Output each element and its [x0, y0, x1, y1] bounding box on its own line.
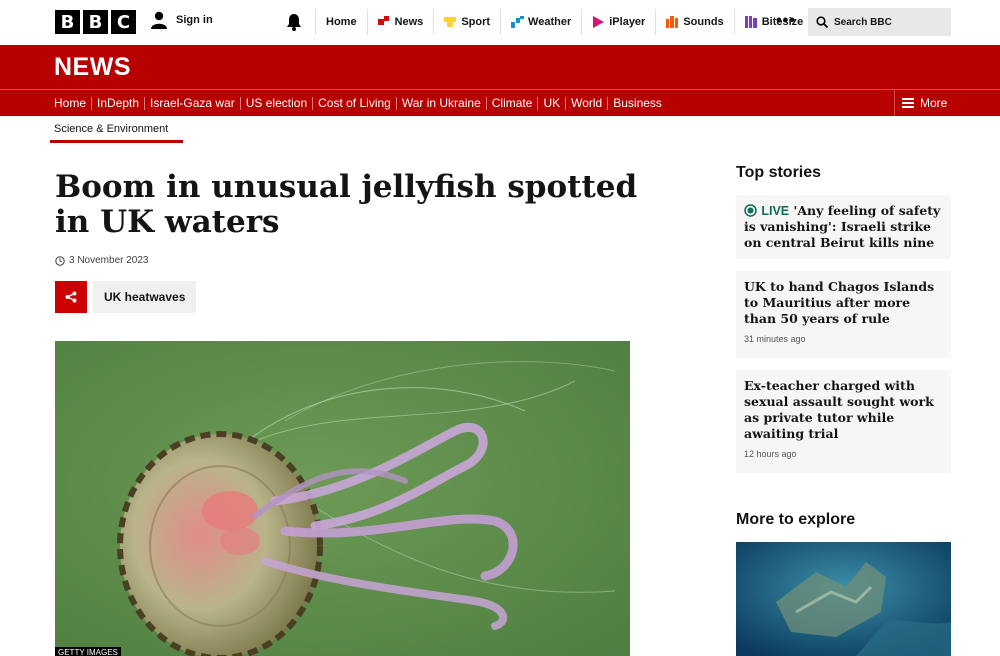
bbc-logo[interactable]: B B C: [55, 10, 136, 34]
subnav-item-home[interactable]: Home: [54, 96, 91, 110]
top-story-3[interactable]: Ex-teacher charged with sexual assault s…: [736, 370, 951, 473]
top-story-2[interactable]: UK to hand Chagos Islands to Mauritius a…: [736, 271, 951, 358]
search-label: Search BBC: [834, 16, 892, 28]
nav-home-label: Home: [326, 16, 357, 28]
top-story-2-headline: UK to hand Chagos Islands to Mauritius a…: [744, 279, 935, 326]
nav-weather[interactable]: Weather: [500, 9, 581, 35]
more-to-explore-title: More to explore: [736, 511, 856, 528]
subnav-item-indepth[interactable]: InDepth: [91, 96, 144, 110]
top-story-1-headline: LIVE 'Any feeling of safety is vanishing…: [744, 203, 943, 251]
nav-sport-label: Sport: [461, 16, 491, 28]
nav-sport[interactable]: Sport: [433, 9, 500, 35]
top-story-3-headline: Ex-teacher charged with sexual assault s…: [744, 378, 934, 441]
share-icon: [65, 291, 77, 303]
bitesize-icon: [744, 16, 757, 28]
subnav-links: Home InDepth Israel-Gaza war US election…: [54, 90, 667, 116]
top-story-2-time: 31 minutes ago: [744, 334, 806, 344]
nav-weather-label: Weather: [528, 16, 572, 28]
nav-news-label: News: [394, 16, 424, 28]
subnav-item-israel-gaza-war[interactable]: Israel-Gaza war: [144, 96, 240, 110]
nav-home[interactable]: Home: [315, 9, 367, 35]
sign-in-label: Sign in: [176, 14, 213, 26]
article-date-text: 3 November 2023: [69, 255, 149, 266]
article-date: 3 November 2023: [55, 255, 149, 266]
jellyfish-hero-image: [55, 341, 630, 656]
subnav-item-uk[interactable]: UK: [537, 96, 565, 110]
top-story-3-time: 12 hours ago: [744, 449, 797, 459]
nav-news[interactable]: News: [366, 9, 434, 35]
nav-sounds[interactable]: Sounds: [655, 9, 733, 35]
logo-letter-c: C: [111, 10, 136, 34]
notifications-bell-icon[interactable]: [284, 12, 304, 32]
live-indicator-icon: [744, 204, 757, 217]
live-label: LIVE: [761, 204, 790, 218]
more-menu-button[interactable]: More: [894, 90, 1000, 116]
sounds-icon: [666, 16, 679, 28]
subnav-item-world[interactable]: World: [565, 96, 607, 110]
news-subnav: Home InDepth Israel-Gaza war US election…: [0, 89, 1000, 116]
top-story-1[interactable]: LIVE 'Any feeling of safety is vanishing…: [736, 195, 951, 259]
search-icon: [816, 16, 828, 28]
subnav-item-business[interactable]: Business: [607, 96, 667, 110]
news-wordmark[interactable]: NEWS: [54, 53, 131, 82]
more-label: More: [920, 96, 948, 110]
news-banner: NEWS: [0, 45, 1000, 89]
news-icon: [377, 16, 389, 25]
more-menu-icon[interactable]: •••: [776, 12, 796, 30]
nav-iplayer-label: iPlayer: [609, 16, 646, 28]
section-underline: [50, 140, 183, 143]
hamburger-icon: [902, 98, 914, 108]
nav-sounds-label: Sounds: [683, 16, 724, 28]
user-icon: [151, 11, 167, 29]
iplayer-icon: [593, 16, 605, 28]
nav-bitesize[interactable]: Bitesize: [733, 9, 814, 35]
share-button[interactable]: [55, 281, 87, 313]
jellyfish-illustration: [55, 341, 630, 656]
nav-iplayer[interactable]: iPlayer: [581, 9, 655, 35]
global-header: B B C Sign in Home News Sport Weather iP…: [0, 0, 1000, 45]
subnav-item-climate[interactable]: Climate: [485, 96, 538, 110]
section-link[interactable]: Science & Environment: [54, 123, 168, 135]
search-bbc-button[interactable]: Search BBC: [808, 8, 951, 36]
global-nav: Home News Sport Weather iPlayer Sounds B…: [315, 9, 813, 35]
top-stories-title: Top stories: [736, 164, 822, 181]
shipwreck-image: [736, 542, 951, 656]
logo-letter-b1: B: [55, 10, 80, 34]
subnav-item-cost-of-living[interactable]: Cost of Living: [312, 96, 396, 110]
sign-in-link[interactable]: Sign in: [150, 11, 213, 29]
logo-letter-b2: B: [83, 10, 108, 34]
subnav-item-war-in-ukraine[interactable]: War in Ukraine: [395, 96, 486, 110]
subnav-item-us-election[interactable]: US election: [239, 96, 312, 110]
sport-icon: [444, 17, 457, 27]
explore-thumbnail[interactable]: [736, 542, 951, 656]
weather-icon: [511, 16, 525, 28]
image-credit: GETTY IMAGES: [55, 647, 121, 656]
article-headline: Boom in unusual jellyfish spotted in UK …: [55, 169, 638, 240]
clock-icon: [55, 255, 65, 266]
topic-tag[interactable]: UK heatwaves: [93, 281, 197, 313]
